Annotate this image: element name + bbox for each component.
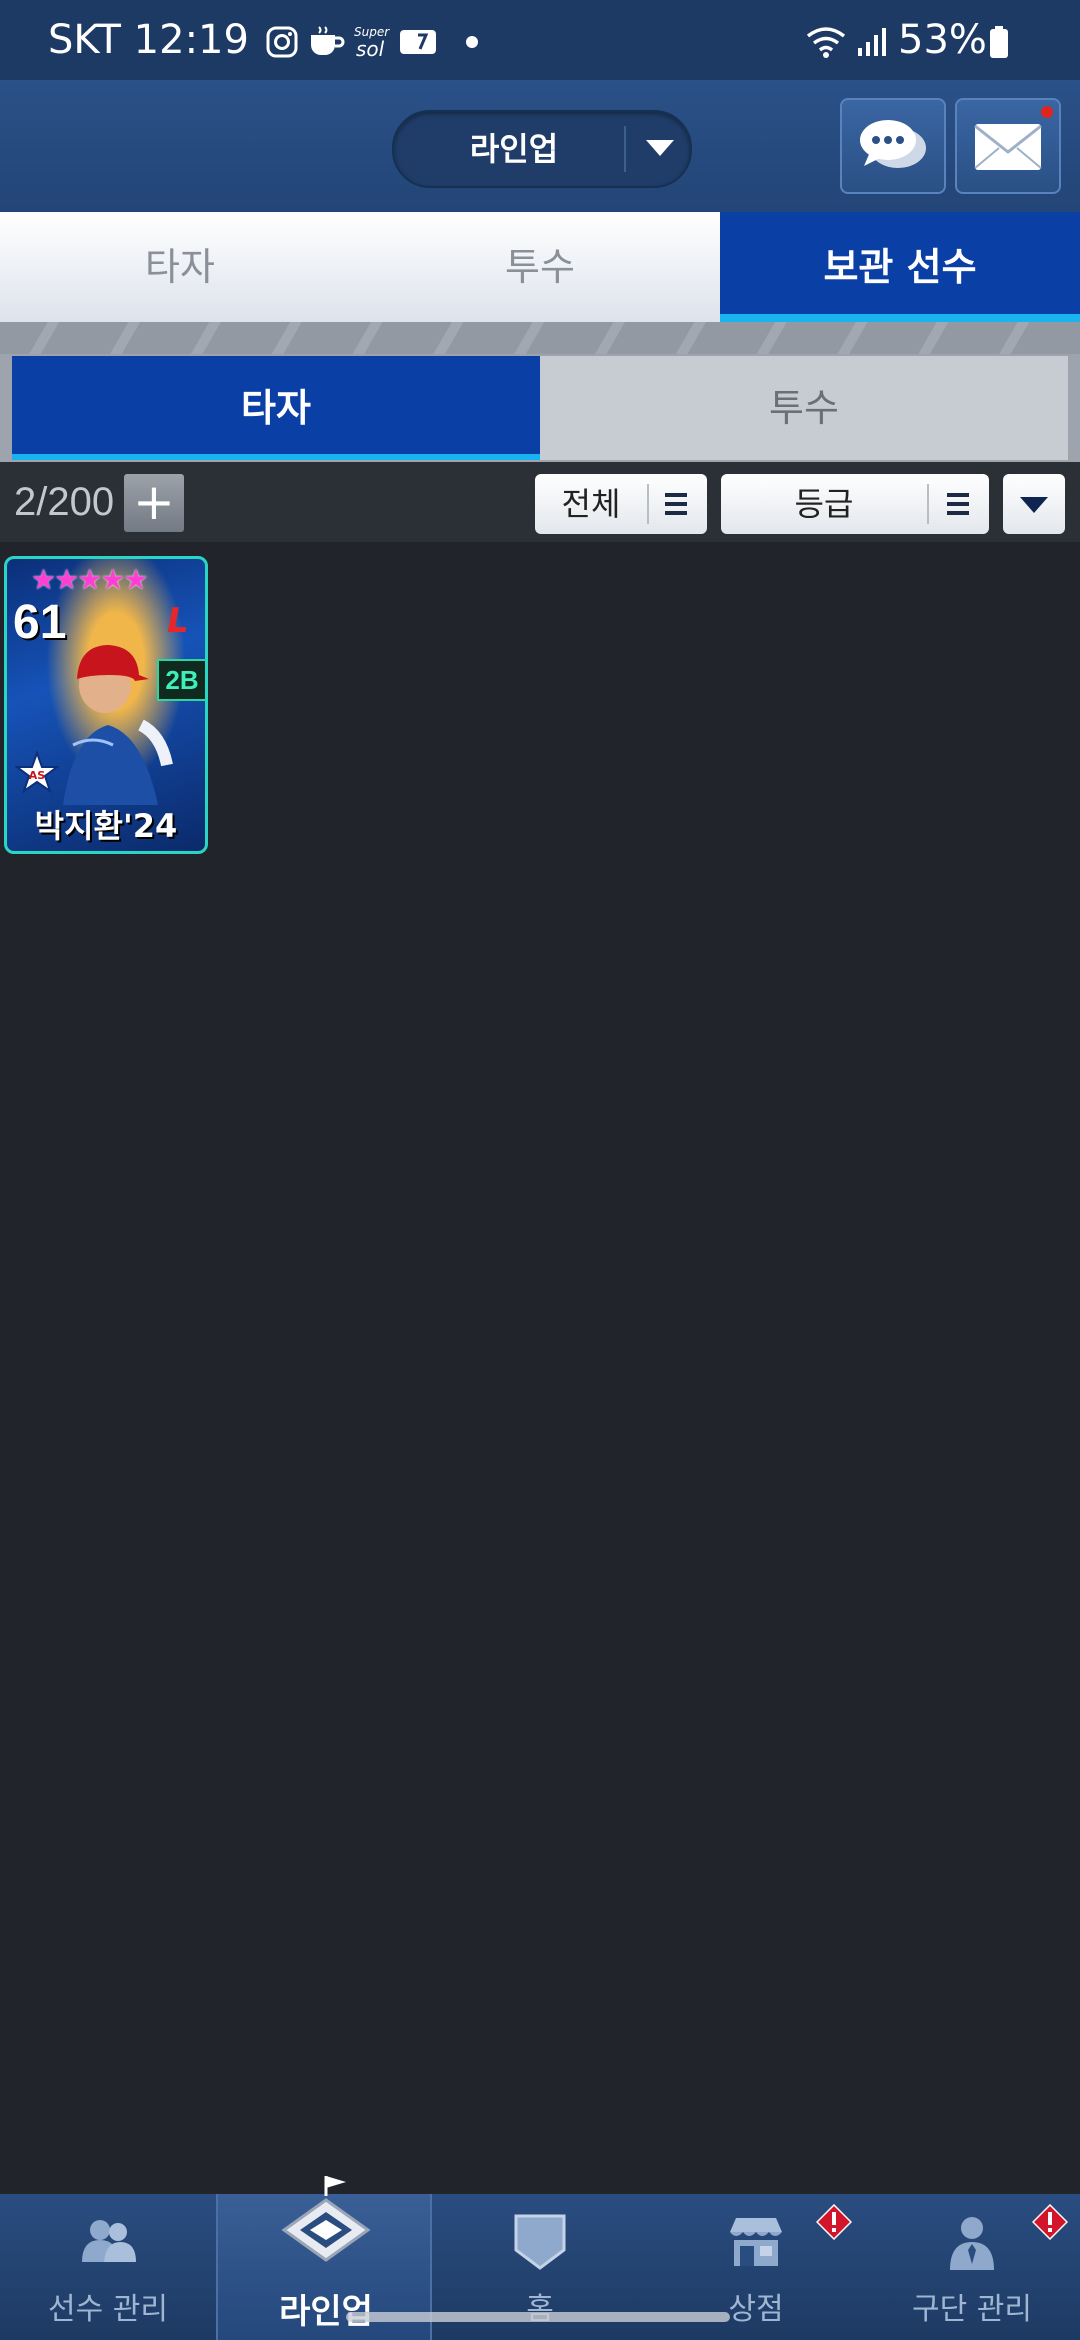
nav-team-management[interactable]: 구단 관리 <box>864 2194 1080 2340</box>
filter-grade-label: 등급 <box>794 485 854 523</box>
subtab-batter[interactable]: 타자 <box>12 356 540 460</box>
tab-reserve-label: 보관 선수 <box>823 245 977 289</box>
wifi-icon <box>804 24 848 60</box>
player-name: 박지환'24 <box>34 807 178 845</box>
new-mail-badge <box>1041 106 1053 118</box>
filter-divider <box>647 484 649 524</box>
dropdown-divider <box>624 126 626 172</box>
gesture-home-indicator[interactable] <box>346 2312 730 2322</box>
slot-count: 2/200 <box>14 480 115 524</box>
filter-all-label: 전체 <box>561 485 621 523</box>
manager-icon <box>950 2217 994 2270</box>
allstar-emblem-icon: AS <box>15 751 59 794</box>
overall-rating: 61 <box>13 596 67 649</box>
app-notification-icon <box>398 24 438 60</box>
nav-label: 선수 관리 <box>48 2292 168 2327</box>
filter-divider <box>927 484 929 524</box>
nav-label: 구단 관리 <box>912 2292 1032 2327</box>
add-slot-button[interactable]: + <box>124 474 184 532</box>
filter-bar: 2/200 + 전체 등급 <box>0 462 1080 542</box>
position-badge: 2B <box>157 659 205 701</box>
lineup-dropdown-label: 라인업 <box>469 130 559 168</box>
instagram-icon <box>262 24 302 60</box>
tab-pitcher[interactable]: 투수 <box>360 212 720 322</box>
nav-player-management[interactable]: 선수 관리 <box>0 2194 216 2340</box>
status-bar: SKT 12:19 Super sol 53% <box>0 0 1080 80</box>
players-icon <box>82 2220 136 2262</box>
sub-tab-bar: 타자 투수 <box>0 354 1080 462</box>
subtab-batter-label: 타자 <box>241 386 311 430</box>
filter-all-button[interactable]: 전체 <box>535 474 707 534</box>
signal-icon <box>852 24 892 60</box>
triangle-down-icon <box>1020 497 1048 513</box>
sort-order-button[interactable] <box>1003 474 1065 534</box>
svg-text:AS: AS <box>29 769 46 782</box>
player-card[interactable]: ★★★★★ 61 L 2B AS 박지환'24 <box>4 556 208 854</box>
top-header: 라인업 <box>0 80 1080 212</box>
filter-grade-button[interactable]: 등급 <box>721 474 989 534</box>
chat-bubble-icon <box>860 120 926 168</box>
alert-badge-icon <box>1032 2204 1068 2240</box>
home-plate-icon <box>514 2214 566 2270</box>
battery-percent: 53% <box>898 17 987 63</box>
chevron-down-icon <box>646 140 674 156</box>
stadium-icon <box>281 2176 371 2262</box>
tab-reserve-players[interactable]: 보관 선수 <box>720 212 1080 322</box>
shop-icon <box>730 2218 782 2266</box>
active-tab-indicator <box>720 314 1080 322</box>
main-tab-bar: 타자 투수 보관 선수 <box>0 212 1080 322</box>
rating-stars: ★★★★★ <box>31 563 149 596</box>
more-notifications-dot-icon <box>452 24 492 60</box>
lineup-dropdown[interactable]: 라인업 <box>392 110 692 188</box>
battery-icon <box>984 24 1014 60</box>
nav-label: 라인업 <box>279 2292 373 2332</box>
coffee-cup-icon <box>306 24 346 60</box>
tab-batter[interactable]: 타자 <box>0 212 360 322</box>
chat-button[interactable] <box>840 98 946 194</box>
super-sol-icon: Super sol <box>352 24 392 60</box>
envelope-icon <box>974 124 1042 170</box>
carrier-time: SKT 12:19 <box>48 17 249 63</box>
mailbox-button[interactable] <box>955 98 1061 194</box>
active-subtab-indicator <box>12 454 540 460</box>
svg-text:sol: sol <box>356 37 385 60</box>
tab-bar-divider <box>0 322 1080 354</box>
menu-icon <box>947 493 969 515</box>
team-logo-text: L <box>167 601 189 641</box>
subtab-pitcher[interactable]: 투수 <box>540 356 1068 460</box>
alert-badge-icon <box>816 2204 852 2240</box>
menu-icon <box>665 493 687 515</box>
